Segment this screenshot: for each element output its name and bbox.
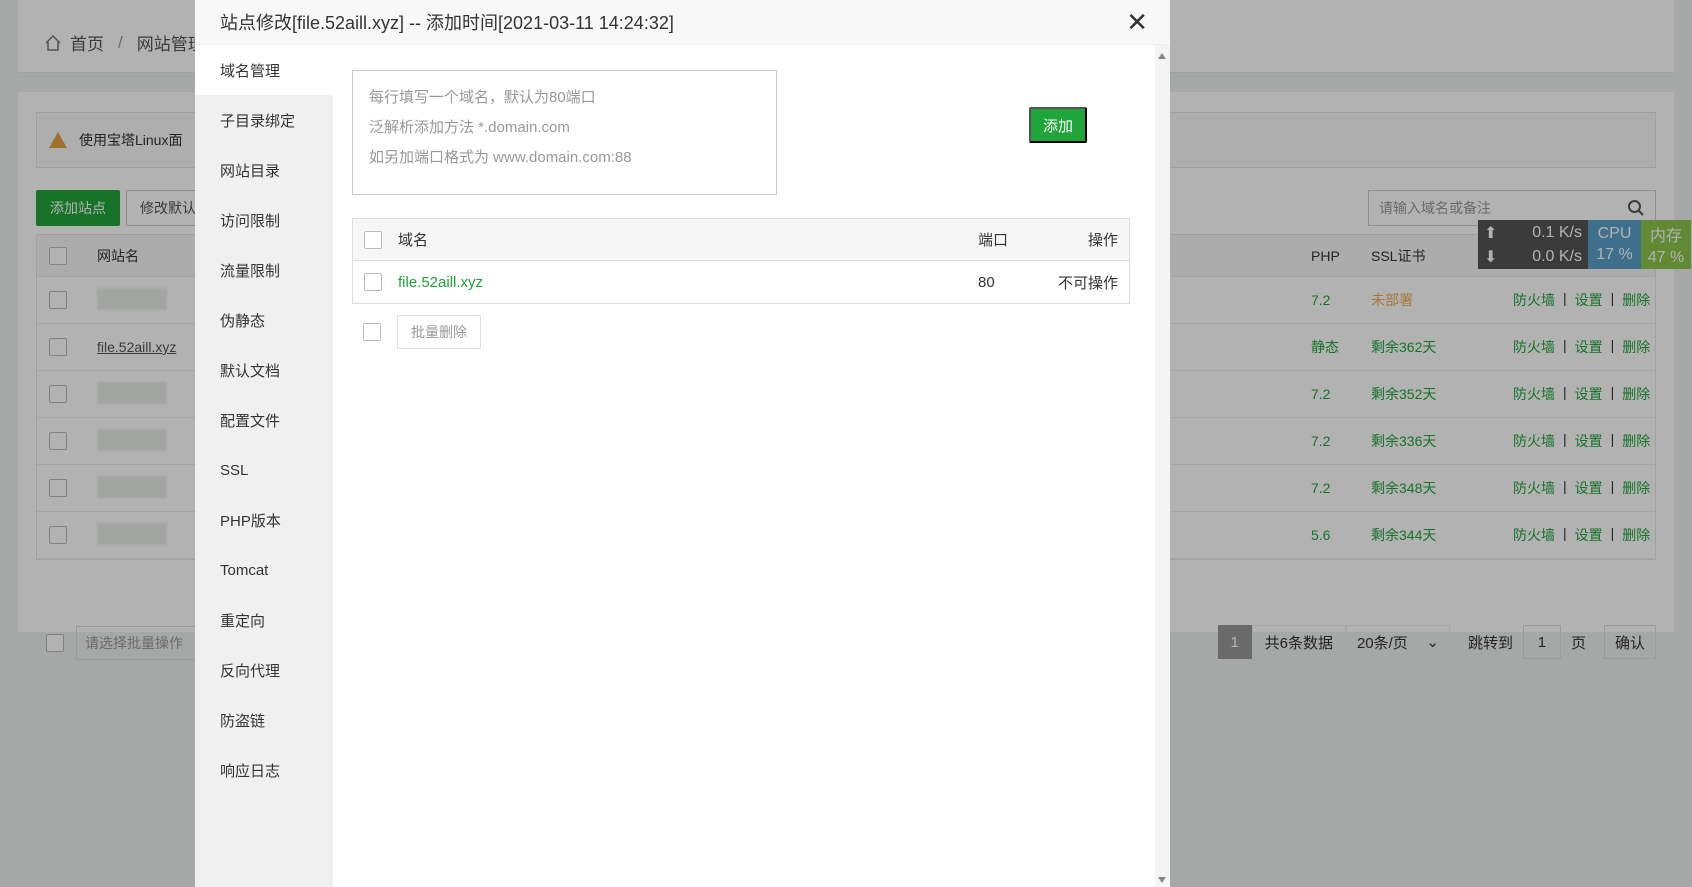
modal-content: 每行填写一个域名，默认为80端口 泛解析添加方法 *.domain.com 如另…: [333, 45, 1155, 887]
close-icon[interactable]: ✕: [1126, 9, 1148, 35]
modal-menu-item[interactable]: Tomcat: [195, 545, 333, 595]
textarea-placeholder-line-1: 每行填写一个域名，默认为80端口: [369, 89, 596, 106]
col-domain: 域名: [398, 232, 429, 249]
site-edit-modal: 站点修改[file.52aill.xyz] -- 添加时间[2021-03-11…: [195, 0, 1170, 887]
modal-menu-item[interactable]: 重定向: [195, 595, 333, 645]
batch-checkbox[interactable]: [363, 323, 381, 341]
domain-row: file.52aill.xyz 80 不可操作: [353, 261, 1129, 303]
scroll-down-icon[interactable]: [1158, 877, 1166, 883]
textarea-placeholder-line-3: 如另加端口格式为 www.domain.com:88: [369, 149, 632, 166]
modal-menu-item[interactable]: 域名管理: [195, 45, 333, 95]
modal-menu-item[interactable]: 配置文件: [195, 395, 333, 445]
modal-menu-item[interactable]: 响应日志: [195, 745, 333, 795]
modal-title: 站点修改[file.52aill.xyz] -- 添加时间[2021-03-11…: [220, 13, 674, 33]
batch-delete-button[interactable]: 批量删除: [397, 315, 481, 349]
modal-menu-item[interactable]: 防盗链: [195, 695, 333, 745]
modal-menu-item[interactable]: 反向代理: [195, 645, 333, 695]
modal-menu-item[interactable]: SSL: [195, 445, 333, 495]
modal-menu-item[interactable]: 网站目录: [195, 145, 333, 195]
col-port: 端口: [978, 232, 1009, 249]
modal-scrollbar[interactable]: [1155, 45, 1170, 887]
domain-op-status: 不可操作: [1057, 274, 1118, 292]
domain-name[interactable]: file.52aill.xyz: [398, 274, 483, 291]
batch-delete-area: 批量删除: [352, 315, 481, 349]
domain-row-checkbox[interactable]: [364, 273, 382, 291]
modal-header: 站点修改[file.52aill.xyz] -- 添加时间[2021-03-11…: [195, 0, 1170, 45]
modal-menu-item[interactable]: 子目录绑定: [195, 95, 333, 145]
modal-menu-item[interactable]: 默认文档: [195, 345, 333, 395]
modal-sidebar: 域名管理 子目录绑定 网站目录 访问限制 流量限制 伪静态 默认文档 配置文件 SSL PHP版本…: [195, 45, 333, 887]
add-domain-button[interactable]: 添加: [1029, 107, 1087, 143]
modal-menu-item[interactable]: 伪静态: [195, 295, 333, 345]
domain-port: 80: [978, 273, 995, 291]
domain-table-header: 域名 端口 操作: [353, 219, 1129, 261]
textarea-placeholder-line-2: 泛解析添加方法 *.domain.com: [369, 119, 570, 136]
modal-menu-item[interactable]: 流量限制: [195, 245, 333, 295]
scroll-up-icon[interactable]: [1158, 53, 1166, 59]
modal-menu-item[interactable]: 访问限制: [195, 195, 333, 245]
domain-textarea[interactable]: 每行填写一个域名，默认为80端口 泛解析添加方法 *.domain.com 如另…: [352, 70, 777, 195]
col-op: 操作: [1087, 232, 1118, 249]
domain-select-all-checkbox[interactable]: [364, 230, 382, 249]
domain-table: 域名 端口 操作 file.52aill.xyz 80 不可操作: [352, 218, 1130, 304]
modal-menu-item[interactable]: PHP版本: [195, 495, 333, 545]
